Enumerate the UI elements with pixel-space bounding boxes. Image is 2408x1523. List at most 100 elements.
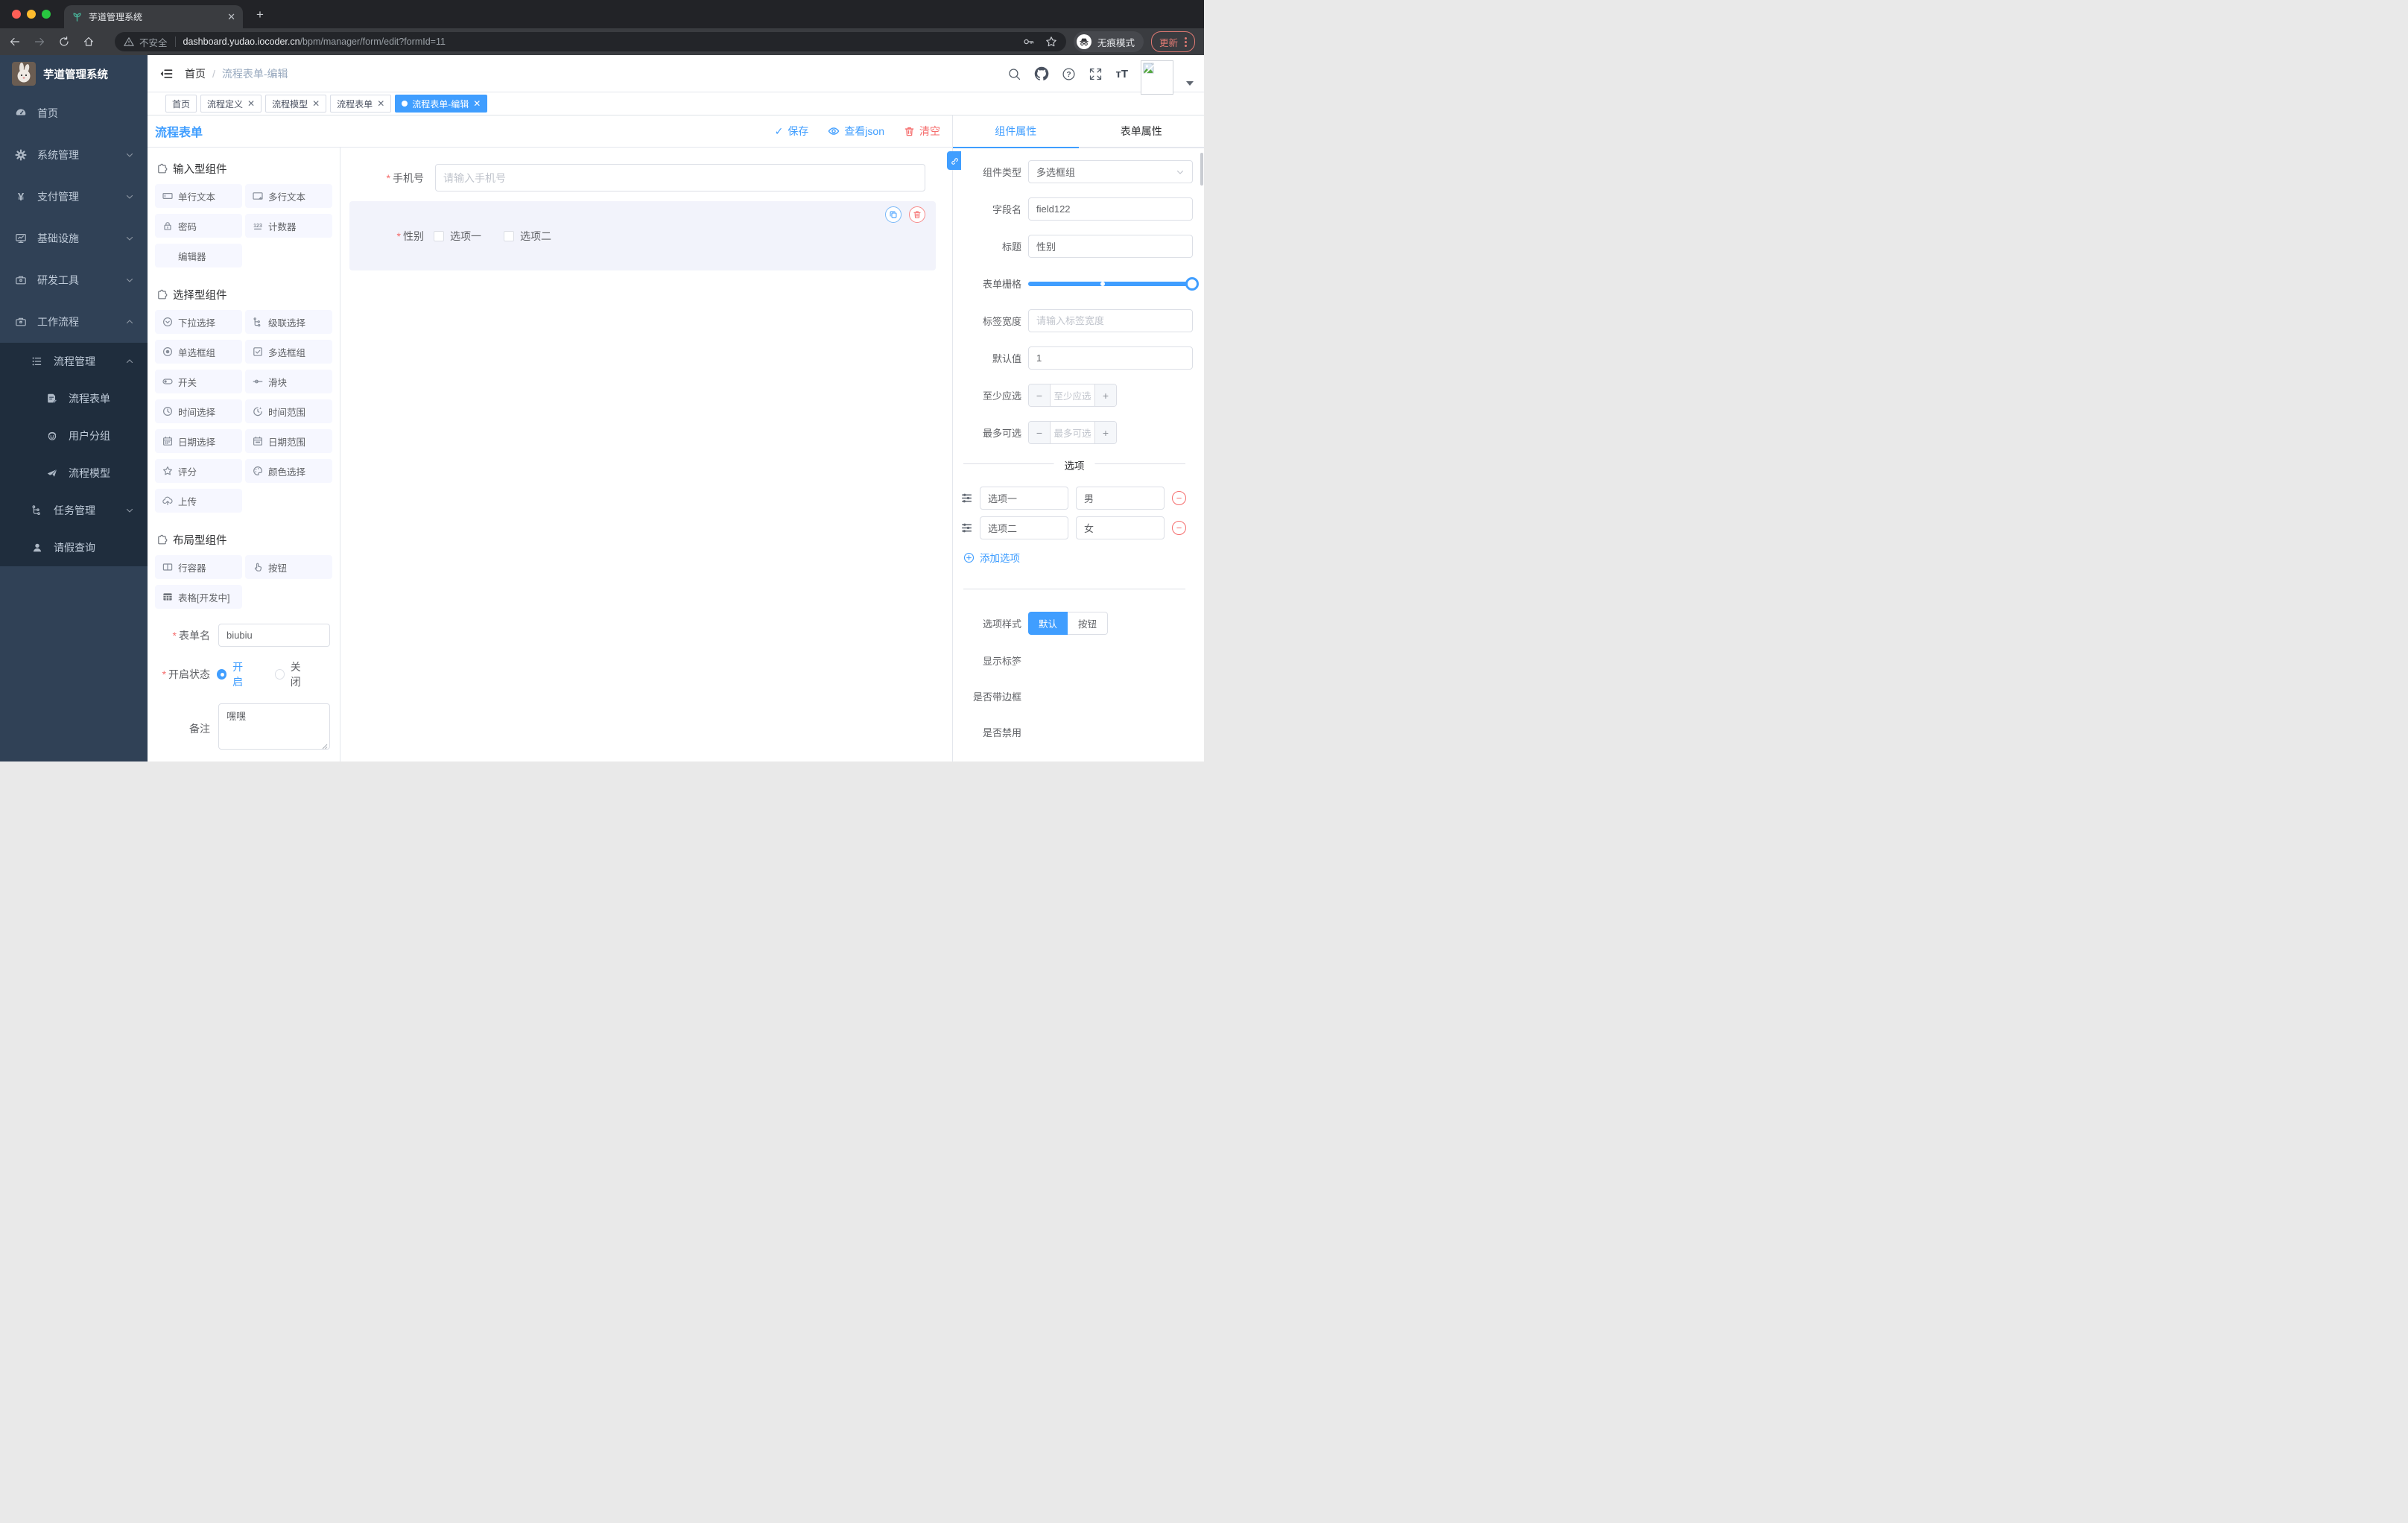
canvas-field-phone[interactable]: * 手机号 xyxy=(340,164,952,191)
palette-item-switch[interactable]: 开关 xyxy=(155,370,242,393)
option-label-input[interactable] xyxy=(980,487,1068,510)
grid-slider[interactable] xyxy=(1028,272,1199,295)
option-label-input[interactable] xyxy=(980,516,1068,539)
tag-close-icon[interactable]: ✕ xyxy=(247,99,255,108)
help-icon[interactable]: ? xyxy=(1062,67,1076,81)
fullscreen-icon[interactable] xyxy=(1089,67,1103,81)
palette-item-counter[interactable]: 123 计数器 xyxy=(245,214,332,238)
tag-process-form[interactable]: 流程表单 ✕ xyxy=(330,95,392,113)
sidebar-fold-icon[interactable] xyxy=(159,67,173,80)
save-button[interactable]: ✓ 保存 xyxy=(775,124,809,139)
sidebar-item-leave-query[interactable]: 请假查询 xyxy=(0,529,148,566)
status-radio-off[interactable]: 关闭 xyxy=(274,659,311,689)
panel-scrollbar[interactable] xyxy=(1200,153,1203,186)
option-value-input[interactable] xyxy=(1076,487,1165,510)
palette-item-upload[interactable]: 上传 xyxy=(155,489,242,513)
increase-icon[interactable]: + xyxy=(1094,422,1116,443)
palette-item-rate[interactable]: 评分 xyxy=(155,459,242,483)
browser-tab[interactable]: 芋道管理系统 ✕ xyxy=(64,5,243,28)
gender-option-1[interactable]: 选项一 xyxy=(434,229,481,244)
sidebar-item-process-form[interactable]: 流程表单 xyxy=(0,380,148,417)
sidebar-item-payment[interactable]: ¥ 支付管理 xyxy=(0,176,148,218)
search-icon[interactable] xyxy=(1007,67,1021,81)
github-icon[interactable] xyxy=(1034,66,1049,81)
new-tab-button[interactable]: + xyxy=(256,8,264,21)
palette-item-checkbox-group[interactable]: 多选框组 xyxy=(245,340,332,364)
sidebar-item-devtools[interactable]: 研发工具 xyxy=(0,259,148,301)
tag-process-model[interactable]: 流程模型 ✕ xyxy=(265,95,327,113)
tab-close-icon[interactable]: ✕ xyxy=(227,12,235,22)
palette-item-table[interactable]: 表格[开发中] xyxy=(155,585,242,609)
delete-component-button[interactable] xyxy=(909,206,925,223)
tag-process-form-edit[interactable]: 流程表单-编辑 ✕ xyxy=(395,95,488,113)
home-icon[interactable] xyxy=(83,36,95,48)
max-select-stepper[interactable]: − 最多可选 + xyxy=(1028,421,1117,444)
palette-item-row-container[interactable]: 行容器 xyxy=(155,555,242,579)
label-width-input[interactable] xyxy=(1028,309,1193,332)
slider-track[interactable] xyxy=(1028,276,1199,291)
font-size-icon[interactable]: тT xyxy=(1115,68,1128,80)
palette-item-radio-group[interactable]: 单选框组 xyxy=(155,340,242,364)
default-value-input[interactable] xyxy=(1028,346,1193,370)
decrease-icon[interactable]: − xyxy=(1029,422,1051,443)
sidebar-item-workflow[interactable]: 工作流程 xyxy=(0,301,148,343)
forward-icon[interactable] xyxy=(34,36,45,48)
tag-home[interactable]: 首页 xyxy=(165,95,197,113)
menu-dots-icon[interactable] xyxy=(1185,37,1187,47)
sidebar-item-process-model[interactable]: 流程模型 xyxy=(0,455,148,492)
palette-item-cascader[interactable]: 级联选择 xyxy=(245,310,332,334)
remark-textarea[interactable]: 嘿嘿 xyxy=(218,703,330,750)
drag-handle-icon[interactable] xyxy=(960,492,973,504)
sidebar-item-infrastructure[interactable]: 基础设施 xyxy=(0,218,148,259)
phone-input[interactable] xyxy=(435,164,925,191)
view-json-button[interactable]: 查看json xyxy=(828,124,884,139)
canvas-field-gender-selected[interactable]: * 性别 选项一 选项二 xyxy=(349,201,936,270)
palette-item-time-picker[interactable]: 时间选择 xyxy=(155,399,242,423)
palette-item-date-picker[interactable]: 日期选择 xyxy=(155,429,242,453)
form-name-input[interactable] xyxy=(218,624,330,647)
field-name-input[interactable] xyxy=(1028,197,1193,221)
checkbox-unchecked-icon[interactable] xyxy=(434,231,444,241)
palette-item-date-range[interactable]: 日期范围 xyxy=(245,429,332,453)
tag-close-icon[interactable]: ✕ xyxy=(473,99,481,108)
min-select-stepper[interactable]: − 至少应选 + xyxy=(1028,384,1117,407)
sidebar-item-user-group[interactable]: 用户分组 xyxy=(0,417,148,455)
option-value-input[interactable] xyxy=(1076,516,1165,539)
slider-thumb[interactable] xyxy=(1185,276,1199,291)
palette-item-button[interactable]: 按钮 xyxy=(245,555,332,579)
palette-item-password[interactable]: 密码 xyxy=(155,214,242,238)
browser-update-button[interactable]: 更新 xyxy=(1150,31,1195,52)
avatar-dropdown-caret-icon[interactable] xyxy=(1186,81,1194,86)
tag-close-icon[interactable]: ✕ xyxy=(377,99,384,108)
window-controls[interactable] xyxy=(12,10,51,19)
palette-item-multi-line-text[interactable]: 多行文本 xyxy=(245,184,332,208)
palette-item-time-range[interactable]: 时间范围 xyxy=(245,399,332,423)
checkbox-unchecked-icon[interactable] xyxy=(504,231,514,241)
sidebar-item-process-management[interactable]: 流程管理 xyxy=(0,343,148,380)
maximize-window-button[interactable] xyxy=(42,10,51,19)
tag-close-icon[interactable]: ✕ xyxy=(312,99,320,108)
style-default-button[interactable]: 默认 xyxy=(1028,612,1068,635)
tab-component-props[interactable]: 组件属性 xyxy=(953,115,1079,148)
tag-process-definition[interactable]: 流程定义 ✕ xyxy=(200,95,262,113)
gender-option-2[interactable]: 选项二 xyxy=(504,229,551,244)
remove-option-button[interactable]: − xyxy=(1172,491,1186,505)
tab-form-props[interactable]: 表单属性 xyxy=(1079,115,1205,147)
palette-item-single-line-text[interactable]: 单行文本 xyxy=(155,184,242,208)
address-bar[interactable]: 不安全 dashboard.yudao.iocoder.cn/bpm/manag… xyxy=(115,32,1066,51)
close-window-button[interactable] xyxy=(12,10,21,19)
sidebar-item-system[interactable]: 系统管理 xyxy=(0,134,148,176)
bookmark-star-icon[interactable] xyxy=(1045,36,1057,48)
style-button-button[interactable]: 按钮 xyxy=(1068,612,1109,635)
link-tab[interactable] xyxy=(947,151,961,170)
add-option-button[interactable]: 添加选项 xyxy=(963,550,1193,565)
increase-icon[interactable]: + xyxy=(1094,384,1116,406)
sidebar-item-task-management[interactable]: 任务管理 xyxy=(0,492,148,529)
palette-item-color-picker[interactable]: 颜色选择 xyxy=(245,459,332,483)
sidebar-item-home[interactable]: 首页 xyxy=(0,92,148,134)
palette-item-select[interactable]: 下拉选择 xyxy=(155,310,242,334)
palette-item-editor[interactable]: 编辑器 xyxy=(155,244,242,267)
title-input[interactable] xyxy=(1028,235,1193,258)
not-secure-warning-icon[interactable] xyxy=(124,37,134,47)
resize-grip-icon[interactable] xyxy=(322,744,328,750)
